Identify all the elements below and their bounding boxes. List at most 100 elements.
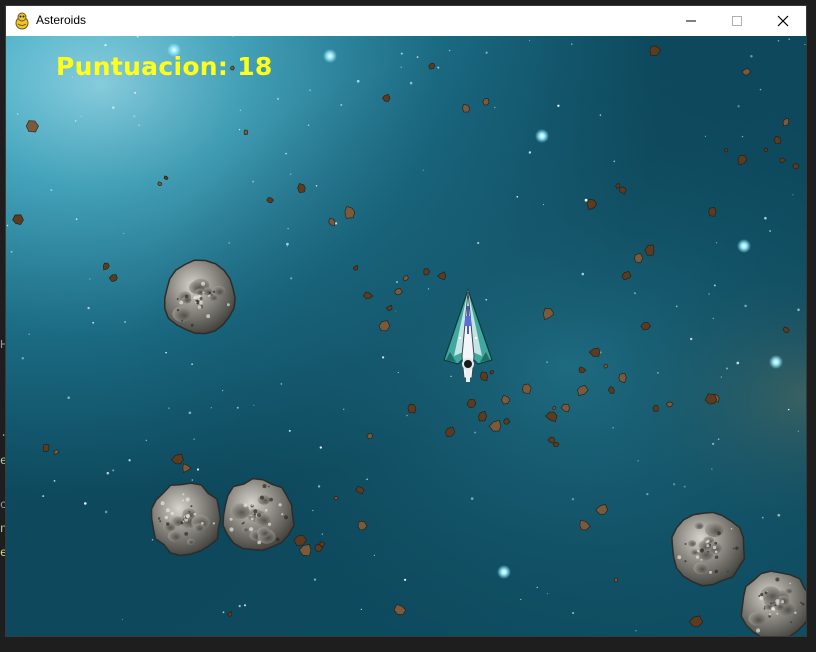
bright-star xyxy=(497,565,511,579)
minimize-button[interactable] xyxy=(668,6,714,36)
star xyxy=(121,618,124,621)
debris-fragment xyxy=(407,403,417,414)
star xyxy=(191,479,194,481)
star xyxy=(633,292,637,295)
star xyxy=(104,510,108,514)
star xyxy=(6,224,9,227)
star xyxy=(366,478,368,481)
score-display: Puntuacion: 18 xyxy=(56,52,273,81)
star xyxy=(557,104,560,107)
star xyxy=(28,333,31,336)
star xyxy=(87,306,90,310)
star xyxy=(406,414,408,417)
star xyxy=(104,43,107,47)
star xyxy=(168,407,170,409)
star xyxy=(280,383,283,385)
title-bar[interactable]: Asteroids xyxy=(6,6,806,36)
star xyxy=(285,152,287,155)
star xyxy=(373,554,375,557)
star xyxy=(288,429,291,432)
debris-fragment xyxy=(603,363,609,369)
star xyxy=(715,241,718,244)
star xyxy=(485,298,488,301)
star xyxy=(222,390,224,392)
star xyxy=(726,367,728,370)
star xyxy=(319,446,322,449)
star xyxy=(704,135,706,137)
window-title: Asteroids xyxy=(36,13,87,27)
close-button[interactable] xyxy=(760,6,806,36)
star xyxy=(50,189,53,192)
star xyxy=(403,578,407,581)
star xyxy=(542,203,545,206)
star xyxy=(10,250,13,253)
star xyxy=(239,109,242,111)
star xyxy=(42,495,45,498)
star xyxy=(138,124,140,126)
star xyxy=(474,431,477,434)
star xyxy=(657,372,659,374)
star xyxy=(744,304,747,308)
star xyxy=(309,89,312,92)
star xyxy=(315,185,318,187)
star xyxy=(360,608,363,611)
star xyxy=(290,277,293,280)
star xyxy=(193,438,195,440)
star xyxy=(528,40,531,42)
star xyxy=(67,396,70,400)
star xyxy=(112,106,115,109)
star xyxy=(485,51,488,54)
star xyxy=(53,479,56,482)
bright-star xyxy=(535,129,549,143)
minimize-icon xyxy=(686,20,696,22)
star xyxy=(470,497,474,500)
asteroid xyxy=(671,511,746,587)
star xyxy=(683,485,686,488)
star xyxy=(400,66,402,68)
debris-fragment xyxy=(42,444,50,452)
star xyxy=(437,66,440,69)
star xyxy=(637,459,639,462)
star xyxy=(196,468,200,471)
star xyxy=(788,38,790,40)
playfield xyxy=(6,36,806,636)
game-window: Asteroids Puntuacion: 18 xyxy=(6,6,806,636)
star xyxy=(717,438,720,441)
star xyxy=(769,230,771,232)
star xyxy=(21,357,25,360)
star xyxy=(381,356,385,359)
star xyxy=(222,611,225,614)
star xyxy=(804,43,806,46)
star xyxy=(777,513,781,517)
star xyxy=(448,49,451,52)
star xyxy=(321,533,323,535)
star xyxy=(396,281,398,283)
star xyxy=(422,169,424,171)
star xyxy=(89,278,91,280)
star xyxy=(536,586,538,588)
game-canvas[interactable]: Puntuacion: 18 xyxy=(6,36,806,636)
star xyxy=(317,485,321,488)
star xyxy=(494,106,496,109)
star xyxy=(450,375,452,377)
star xyxy=(712,317,715,320)
debris-fragment xyxy=(763,147,769,153)
star xyxy=(720,376,722,378)
star xyxy=(132,114,136,118)
star xyxy=(528,151,532,154)
debris-fragment xyxy=(618,372,627,383)
star xyxy=(571,498,575,501)
star xyxy=(416,56,419,58)
star xyxy=(312,509,314,512)
star xyxy=(675,305,678,308)
star xyxy=(188,411,192,415)
star xyxy=(797,308,800,312)
star xyxy=(238,128,241,131)
star xyxy=(243,604,247,607)
star xyxy=(287,227,289,230)
star xyxy=(397,371,399,374)
star xyxy=(689,337,693,341)
debris-fragment xyxy=(773,136,782,145)
debris-fragment xyxy=(723,148,729,153)
maximize-button[interactable] xyxy=(714,6,760,36)
